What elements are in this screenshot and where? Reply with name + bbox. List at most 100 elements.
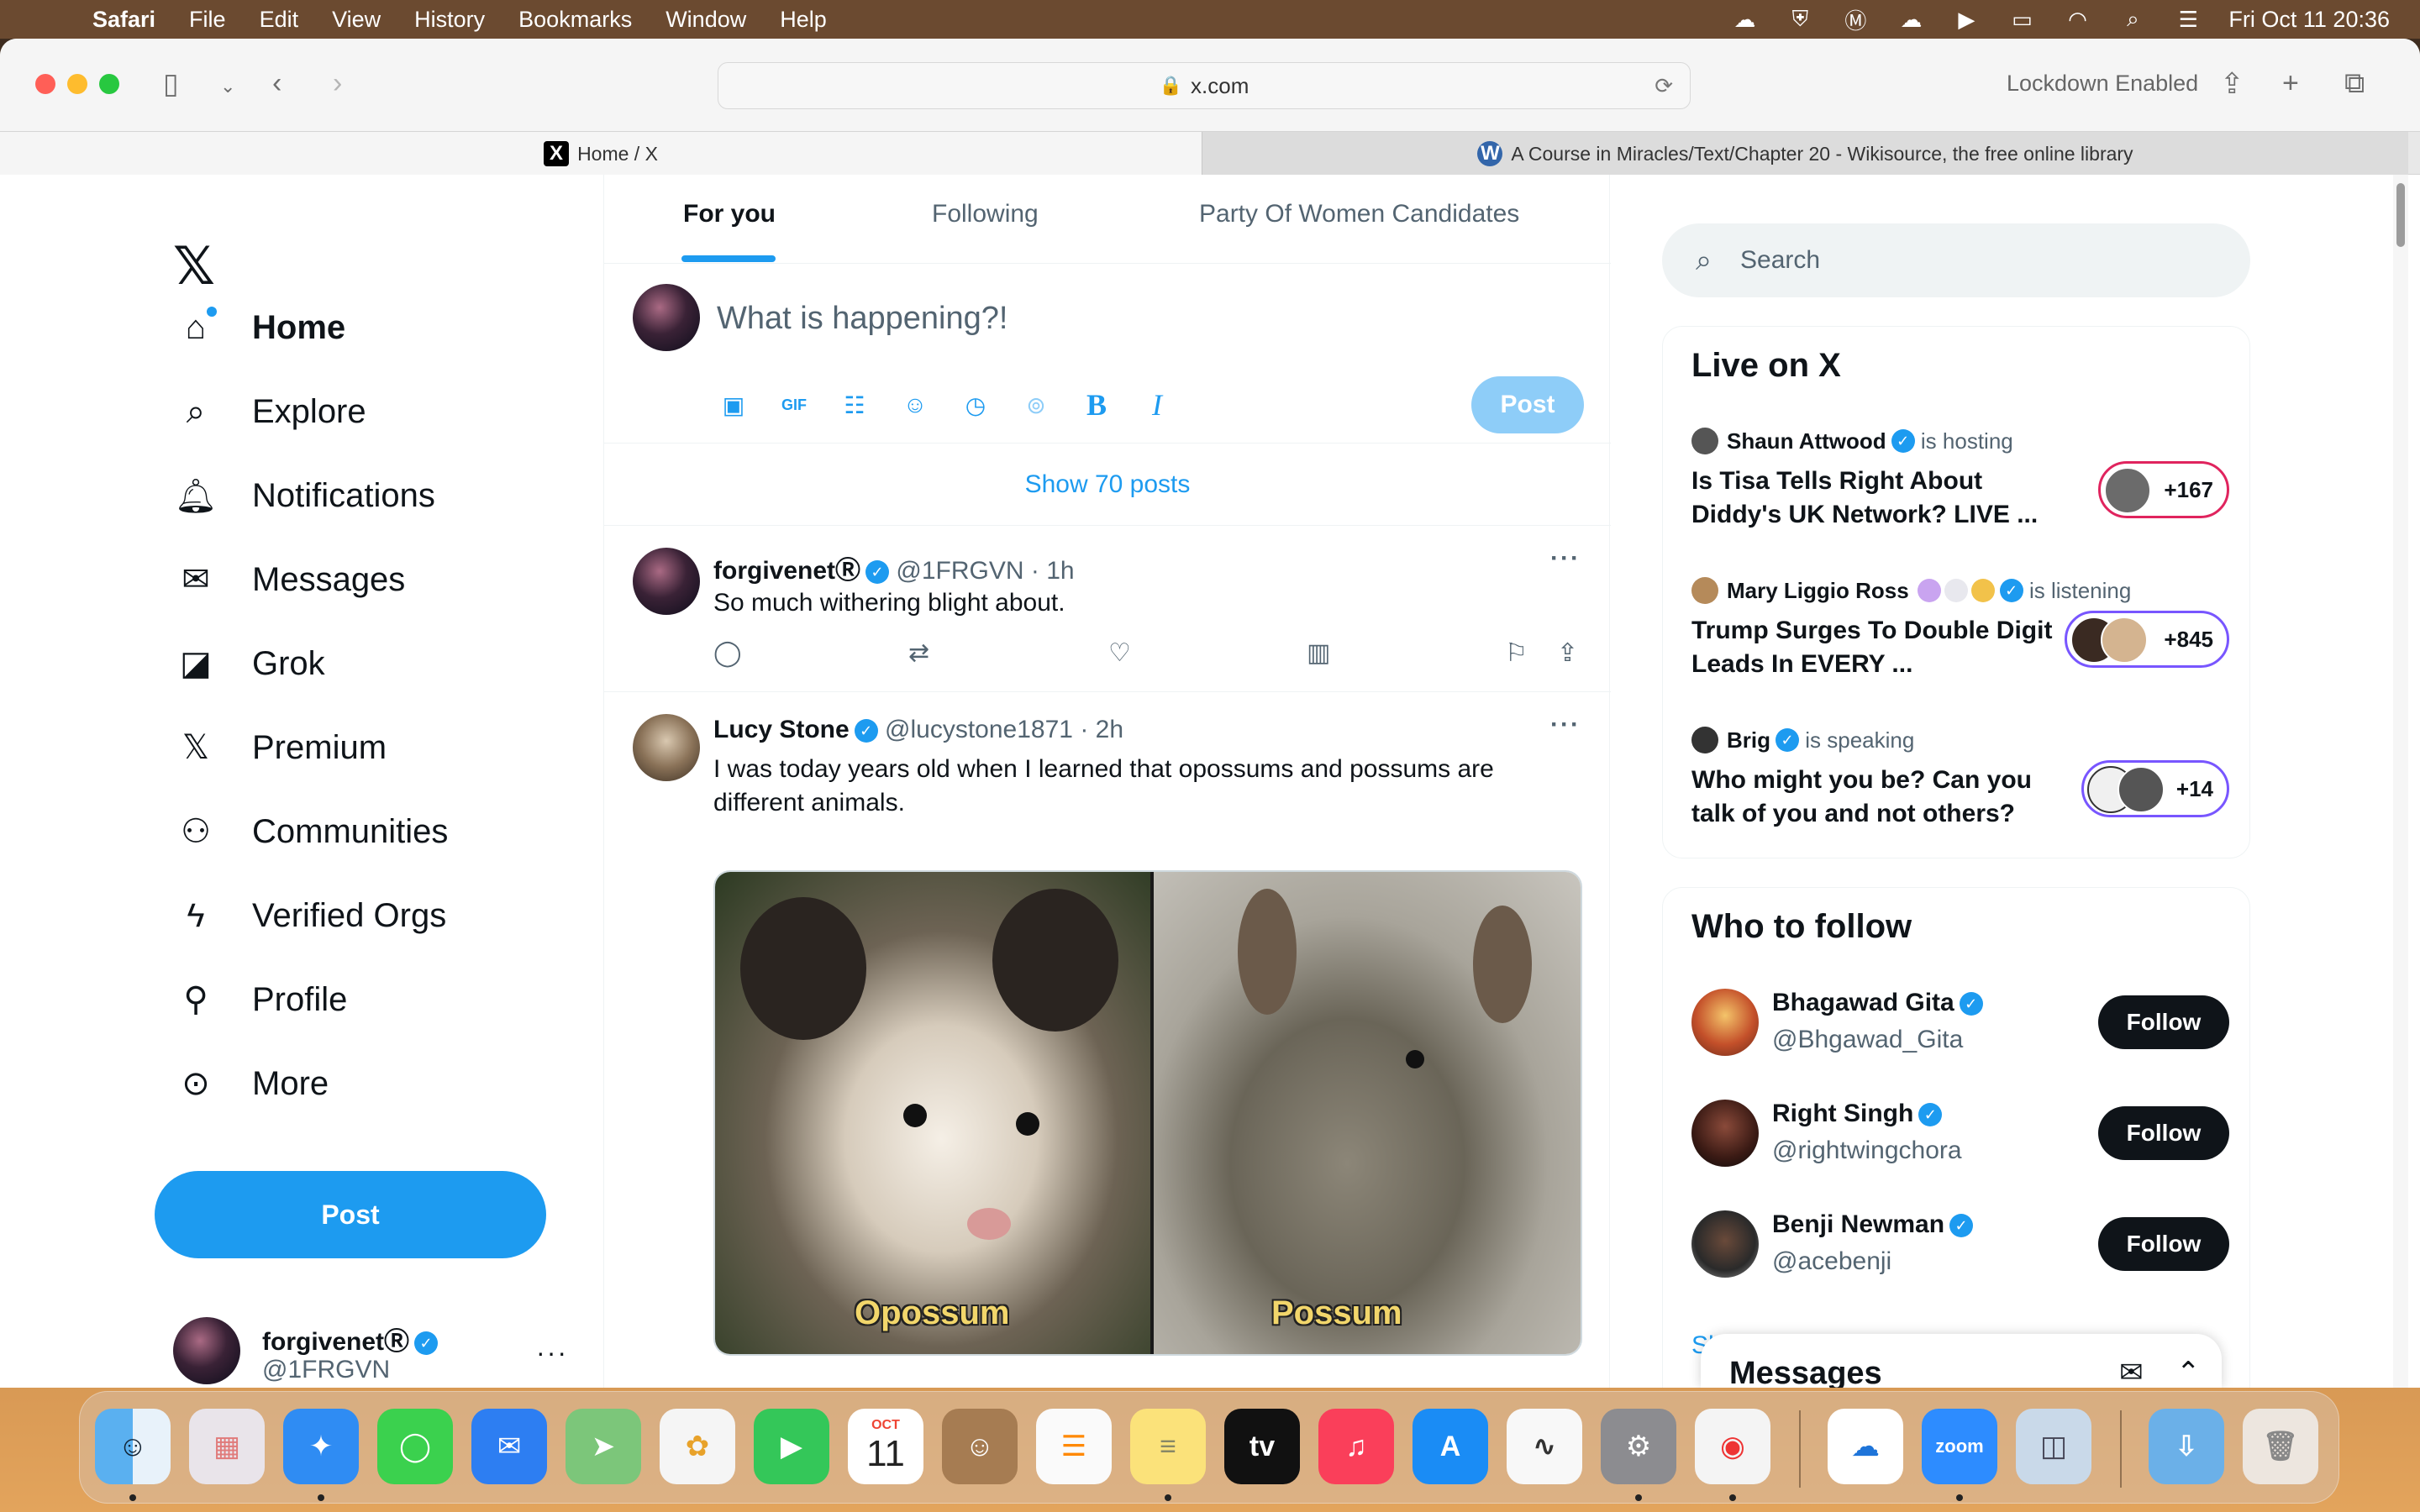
like-icon[interactable]: ♡ [1108, 638, 1131, 668]
x-logo-icon[interactable]: 𝕏 [173, 235, 215, 297]
avatar[interactable] [1691, 989, 1759, 1056]
reminders-icon[interactable]: ☰ [1036, 1409, 1112, 1484]
creative-cloud-icon[interactable]: ☁ [1896, 7, 1926, 32]
menu-app-name[interactable]: Safari [92, 7, 155, 33]
bookmark-icon[interactable]: ⚐ [1505, 638, 1528, 668]
reload-icon[interactable]: ⟳ [1655, 73, 1673, 99]
tab-wikisource[interactable]: W A Course in Miracles/Text/Chapter 20 -… [1202, 132, 2408, 176]
messages-icon[interactable]: ◯ [377, 1409, 453, 1484]
repost-icon[interactable]: ⇄ [908, 638, 929, 668]
nav-more[interactable]: ⊙ More [175, 1058, 329, 1109]
menu-window[interactable]: Window [666, 7, 746, 33]
follow-name[interactable]: Bhagawad Gita ✓ [1772, 989, 1983, 1017]
control-center-icon[interactable]: ☰ [2173, 7, 2203, 32]
follow-button[interactable]: Follow [2098, 1217, 2229, 1271]
scrollbar-track[interactable] [2393, 175, 2408, 1388]
tab-for-you[interactable]: For you [683, 200, 776, 228]
nav-notifications[interactable]: 🔔︎ Notifications [175, 470, 435, 521]
messages-drawer[interactable]: Messages ✉ ⌃ [1701, 1334, 2222, 1388]
reply-icon[interactable]: ◯ [713, 638, 742, 668]
views-icon[interactable]: ▥ [1307, 638, 1330, 668]
launchpad-icon[interactable]: ▦ [189, 1409, 265, 1484]
menu-bookmarks[interactable]: Bookmarks [518, 7, 632, 33]
menu-clock[interactable]: Fri Oct 11 20:36 [2228, 7, 2390, 33]
forward-icon[interactable]: › [333, 67, 342, 100]
app-store-icon[interactable]: A [1413, 1409, 1488, 1484]
menu-view[interactable]: View [332, 7, 381, 33]
new-tab-icon[interactable]: + [2282, 67, 2299, 100]
cloud-sync-icon[interactable]: ☁ [1729, 7, 1760, 32]
tweet[interactable]: forgivenetⓇ ✓ @1FRGVN · 1h ··· So much wi… [604, 526, 1611, 692]
shield-icon[interactable]: ⛨ [1785, 6, 1815, 31]
composer-post-button[interactable]: Post [1471, 376, 1584, 433]
spotlight-icon[interactable]: ⌕ [2118, 6, 2148, 31]
avatar[interactable] [633, 714, 700, 781]
follow-handle[interactable]: @Bhgawad_Gita [1772, 1026, 1963, 1054]
tweet-more-icon[interactable]: ··· [1550, 711, 1581, 739]
share-icon[interactable]: ⇪ [2220, 67, 2244, 101]
location-icon[interactable]: ⊚ [1019, 388, 1053, 422]
tweet-more-icon[interactable]: ··· [1550, 544, 1581, 573]
zoom-window-button[interactable] [99, 74, 119, 94]
maps-icon[interactable]: ➤ [566, 1409, 641, 1484]
tweet-author[interactable]: forgivenetⓇ [713, 557, 860, 585]
back-icon[interactable]: ‹ [272, 67, 281, 100]
follow-name[interactable]: Right Singh ✓ [1772, 1100, 1943, 1128]
tweet-time[interactable]: 1h [1046, 557, 1074, 585]
tab-home-x[interactable]: X Home / X [0, 132, 1202, 176]
nav-profile[interactable]: ⚲ Profile [175, 974, 347, 1025]
new-message-icon[interactable]: ✉ [2119, 1356, 2144, 1388]
show-new-posts[interactable]: Show 70 posts [604, 444, 1611, 526]
follow-button[interactable]: Follow [2098, 1106, 2229, 1160]
tweet[interactable]: Lucy Stone ✓ @lucystone1871 · 2h ··· I wa… [604, 692, 1611, 1388]
live-space[interactable]: Shaun Attwood ✓ is hosting Is Tisa Tells … [1691, 428, 2229, 570]
facetime-icon[interactable]: ▶ [754, 1409, 829, 1484]
nav-explore[interactable]: ⌕ Explore [175, 386, 366, 437]
listener-count[interactable]: +167 [2098, 461, 2229, 518]
tweet-image[interactable]: Opossum Possum [713, 870, 1582, 1356]
italic-icon[interactable]: I [1140, 388, 1174, 422]
minimize-window-button[interactable] [67, 74, 87, 94]
photos-icon[interactable]: ✿ [660, 1409, 735, 1484]
calendar-icon[interactable]: OCT 11 [848, 1409, 923, 1484]
menu-edit[interactable]: Edit [260, 7, 299, 33]
follow-handle[interactable]: @acebenji [1772, 1247, 1891, 1276]
downloads-folder-icon[interactable]: ⇩ [2149, 1409, 2224, 1484]
preview-icon[interactable]: ◫ [2016, 1409, 2091, 1484]
follow-button[interactable]: Follow [2098, 995, 2229, 1049]
live-space[interactable]: Mary Liggio Ross ✓ is listening Trump Su… [1691, 577, 2229, 720]
chrome-icon[interactable]: ◉ [1695, 1409, 1770, 1484]
freeform-icon[interactable]: ∿ [1507, 1409, 1582, 1484]
avatar[interactable] [1691, 1210, 1759, 1278]
bold-icon[interactable]: B [1080, 388, 1113, 422]
avatar[interactable] [633, 548, 700, 615]
tab-overview-icon[interactable]: ⧉ [2344, 67, 2365, 100]
tv-icon[interactable]: tv [1224, 1409, 1300, 1484]
listener-count[interactable]: +14 [2081, 760, 2229, 817]
nav-premium[interactable]: 𝕏 Premium [175, 722, 387, 773]
play-icon[interactable]: ▶ [1951, 7, 1981, 32]
more-dots-icon[interactable]: ··· [536, 1337, 568, 1368]
music-icon[interactable]: ♫ [1318, 1409, 1394, 1484]
post-button[interactable]: Post [155, 1171, 546, 1258]
avatar[interactable] [1691, 1100, 1759, 1167]
menu-help[interactable]: Help [780, 7, 827, 33]
sidebar-toggle-icon[interactable]: ▯ [163, 67, 179, 101]
battery-icon[interactable]: ▭ [2007, 7, 2037, 32]
menu-file[interactable]: File [189, 7, 226, 33]
menu-history[interactable]: History [414, 7, 485, 33]
account-switcher[interactable]: forgivenetⓇ ✓ @1FRGVN ··· [173, 1317, 568, 1388]
safari-icon[interactable]: ✦ [283, 1409, 359, 1484]
wifi-icon[interactable]: ◠ [2062, 7, 2092, 32]
onedrive-icon[interactable]: ☁ [1828, 1409, 1903, 1484]
nav-messages[interactable]: ✉ Messages [175, 554, 405, 605]
scrollbar-thumb[interactable] [2396, 183, 2405, 247]
trash-icon[interactable]: 🗑︎ [2243, 1409, 2318, 1484]
notes-icon[interactable]: ≡ [1130, 1409, 1206, 1484]
nav-grok[interactable]: ◪ Grok [175, 638, 325, 689]
image-icon[interactable]: ▣ [717, 388, 750, 422]
composer-input[interactable]: What is happening?! [717, 301, 1007, 337]
follow-suggestion[interactable]: Benji Newman ✓ @acebenji Follow [1691, 1202, 2229, 1286]
finder-icon[interactable]: ☺ [95, 1409, 171, 1484]
gif-icon[interactable]: GIF [777, 388, 811, 422]
